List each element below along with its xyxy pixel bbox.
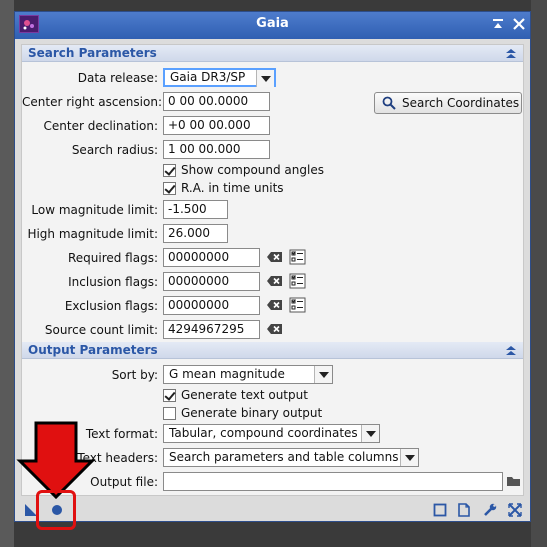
chevron-down-icon	[361, 425, 379, 442]
chevron-down-icon	[400, 449, 418, 466]
low-mag-label: Low magnitude limit:	[31, 203, 158, 217]
ra-time-units-checkbox[interactable]	[163, 182, 176, 195]
radius-label: Search radius:	[71, 143, 158, 157]
output-parameters-header[interactable]: Output Parameters	[22, 342, 523, 359]
flags-editor-icon[interactable]	[289, 273, 307, 289]
clear-icon[interactable]	[266, 249, 284, 265]
clear-icon[interactable]	[266, 273, 284, 289]
bottom-control-bar	[15, 498, 530, 522]
sort-by-value: G mean magnitude	[169, 367, 285, 381]
document-icon[interactable]	[456, 502, 472, 518]
generate-text-checkbox[interactable]	[163, 389, 176, 402]
collapse-search-icon[interactable]	[505, 48, 517, 59]
flags-editor-icon[interactable]	[289, 249, 307, 265]
required-flags-input[interactable]: 00000000	[163, 248, 260, 267]
search-parameters-header[interactable]: Search Parameters	[22, 45, 523, 62]
search-coordinates-button[interactable]: Search Coordinates	[374, 92, 522, 114]
folder-icon[interactable]	[506, 474, 524, 490]
compound-angles-label: Show compound angles	[181, 163, 324, 177]
output-parameters-title: Output Parameters	[28, 343, 158, 357]
data-release-select[interactable]: Gaia DR3/SP	[163, 68, 276, 87]
process-content: Search Parameters Data release: Gaia DR3…	[21, 44, 524, 496]
ra-input[interactable]: 0 00 00.0000	[163, 92, 270, 111]
search-parameters-title: Search Parameters	[28, 46, 157, 60]
shade-icon[interactable]	[490, 16, 506, 32]
generate-binary-checkbox[interactable]	[163, 407, 176, 420]
chevron-down-icon	[314, 366, 332, 383]
dec-label: Center declination:	[43, 119, 158, 133]
ra-label: Center right ascension:	[22, 95, 162, 109]
text-headers-value: Search parameters and table columns	[169, 450, 399, 464]
data-release-value: Gaia DR3/SP	[170, 70, 246, 84]
low-mag-input[interactable]: -1.500	[163, 200, 228, 219]
annotation-arrow-icon	[16, 421, 96, 499]
clear-icon[interactable]	[266, 321, 284, 337]
generate-text-label: Generate text output	[181, 388, 308, 402]
text-format-select[interactable]: Tabular, compound coordinates	[163, 424, 380, 443]
required-flags-label: Required flags:	[67, 251, 158, 265]
reset-icon[interactable]	[507, 502, 523, 518]
text-headers-select[interactable]: Search parameters and table columns	[163, 448, 419, 467]
compound-angles-checkbox[interactable]	[163, 164, 176, 177]
dec-input[interactable]: +0 00 00.000	[163, 116, 270, 135]
search-icon	[382, 96, 396, 110]
text-format-value: Tabular, compound coordinates	[169, 426, 358, 440]
window-title: Gaia	[256, 16, 289, 31]
wrench-icon[interactable]	[482, 502, 498, 518]
title-bar[interactable]: Gaia	[15, 12, 530, 39]
annotation-highlight-box	[36, 490, 76, 530]
background-right	[531, 0, 547, 547]
flags-editor-icon[interactable]	[289, 297, 307, 313]
data-release-label: Data release:	[77, 71, 158, 85]
close-icon[interactable]	[511, 16, 527, 32]
sort-by-select[interactable]: G mean magnitude	[163, 365, 333, 384]
exclusion-flags-input[interactable]: 00000000	[163, 296, 260, 315]
output-file-input[interactable]	[163, 472, 503, 491]
background-left	[0, 0, 14, 547]
high-mag-label: High magnitude limit:	[27, 227, 158, 241]
ra-time-units-label: R.A. in time units	[181, 181, 284, 195]
inclusion-flags-label: Inclusion flags:	[68, 275, 158, 289]
browse-documentation-icon[interactable]	[432, 502, 448, 518]
chevron-down-icon	[256, 70, 274, 87]
clear-icon[interactable]	[266, 297, 284, 313]
source-count-input[interactable]: 4294967295	[163, 320, 260, 339]
high-mag-input[interactable]: 26.000	[163, 224, 228, 243]
radius-input[interactable]: 1 00 00.000	[163, 140, 270, 159]
generate-binary-label: Generate binary output	[181, 406, 323, 420]
search-coordinates-label: Search Coordinates	[402, 96, 520, 110]
source-count-label: Source count limit:	[44, 323, 158, 337]
sort-by-label: Sort by:	[111, 368, 158, 382]
inclusion-flags-input[interactable]: 00000000	[163, 272, 260, 291]
collapse-output-icon[interactable]	[505, 345, 517, 356]
exclusion-flags-label: Exclusion flags:	[64, 299, 158, 313]
